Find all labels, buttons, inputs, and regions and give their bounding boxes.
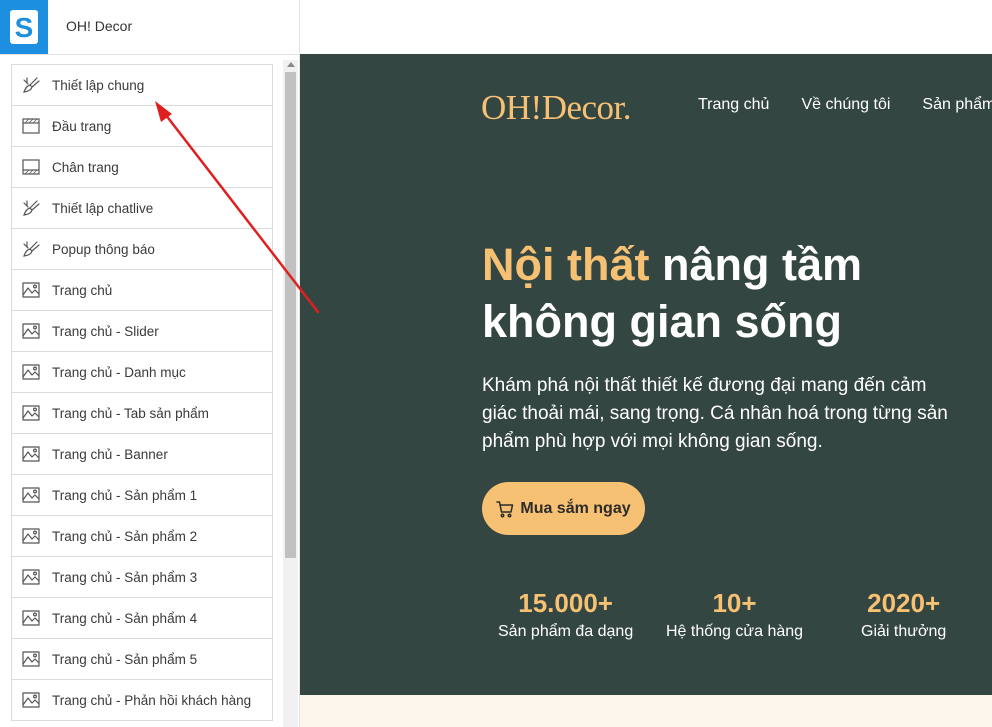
site-nav: Trang chủ Về chúng tôi Sản phẩm <box>698 96 992 114</box>
sidebar-item[interactable]: Popup thông báo <box>11 229 273 270</box>
app-logo-icon: S <box>10 10 38 44</box>
sidebar-item-label: Trang chủ - Danh mục <box>52 364 186 380</box>
sidebar-item[interactable]: Chân trang <box>11 147 273 188</box>
image-icon <box>21 608 41 628</box>
image-icon <box>21 649 41 669</box>
sidebar-item-label: Trang chủ - Sản phẩm 1 <box>52 487 198 503</box>
stat-label: Sản phẩm đa dạng <box>498 623 634 640</box>
sidebar-item-label: Thiết lập chatlive <box>52 200 154 216</box>
sidebar-item[interactable]: Trang chủ - Tab sản phẩm <box>11 393 273 434</box>
sidebar-item-label: Trang chủ - Tab sản phẩm <box>52 405 209 421</box>
hero-title-rest: nâng tầm <box>649 239 863 290</box>
image-icon <box>21 526 41 546</box>
hero-description-line: phẩm phù hợp với mọi không gian sống. <box>482 431 823 452</box>
sidebar-item-label: Trang chủ - Sản phẩm 4 <box>52 610 198 626</box>
brush-icon <box>21 75 41 95</box>
hero-description: Khám phá nội thất thiết kế đương đại man… <box>482 372 992 456</box>
sidebar-item[interactable]: Trang chủ - Danh mục <box>11 352 273 393</box>
sidebar-item[interactable]: Trang chủ <box>11 270 273 311</box>
image-icon <box>21 444 41 464</box>
stat-label: Hệ thống cửa hàng <box>666 623 804 640</box>
hero-title-accent: Nội thất <box>482 239 650 290</box>
sidebar-item-label: Chân trang <box>52 159 119 175</box>
image-icon <box>21 280 41 300</box>
stat-value: 15.000+ <box>518 588 613 618</box>
settings-menu: Thiết lập chung Đầu trang Chân trang Thi… <box>11 64 273 721</box>
stat-value: 10+ <box>712 588 757 618</box>
image-icon <box>21 321 41 341</box>
nav-item-products[interactable]: Sản phẩm <box>922 96 992 114</box>
sidebar-item-label: Trang chủ - Banner <box>52 446 168 462</box>
shop-now-button[interactable]: Mua sắm ngay <box>482 482 645 535</box>
header-layout-icon <box>21 116 41 136</box>
stat-label: Giải thưởng <box>861 623 947 640</box>
site-preview: OH!Decor. Trang chủ Về chúng tôi Sản phẩ… <box>300 54 992 695</box>
image-icon <box>21 567 41 587</box>
image-icon <box>21 485 41 505</box>
hero-title-line2: không gian sống <box>482 296 842 347</box>
site-logo[interactable]: OH!Decor. <box>481 88 632 128</box>
sidebar-item-label: Trang chủ - Sản phẩm 5 <box>52 651 198 667</box>
footer-layout-icon <box>21 157 41 177</box>
sidebar-item-label: Đầu trang <box>52 118 112 134</box>
stat-value: 2020+ <box>867 588 941 618</box>
stat-stores: 10+ Hệ thống cửa hàng <box>666 587 803 641</box>
sidebar-item-label: Trang chủ - Sản phẩm 3 <box>52 569 198 585</box>
sidebar-item[interactable]: Đầu trang <box>11 106 273 147</box>
sidebar-item[interactable]: Trang chủ - Sản phẩm 5 <box>11 639 273 680</box>
nav-item-home[interactable]: Trang chủ <box>698 96 769 114</box>
hero-title: Nội thất nâng tầm không gian sống <box>482 236 862 350</box>
sidebar-item-label: Trang chủ <box>52 282 113 298</box>
sidebar-item-label: Trang chủ - Phản hồi khách hàng <box>52 692 252 708</box>
sidebar-item-label: Trang chủ - Sản phẩm 2 <box>52 528 198 544</box>
top-bar: S OH! Decor <box>0 0 300 55</box>
image-icon <box>21 362 41 382</box>
brush-icon <box>21 198 41 218</box>
app-title: OH! Decor <box>66 18 133 34</box>
sidebar-item[interactable]: Trang chủ - Slider <box>11 311 273 352</box>
sidebar-item[interactable]: Trang chủ - Sản phẩm 4 <box>11 598 273 639</box>
shop-now-label: Mua sắm ngay <box>520 499 631 517</box>
sidebar-item[interactable]: Trang chủ - Phản hồi khách hàng <box>11 680 273 721</box>
sidebar-item[interactable]: Thiết lập chung <box>11 64 273 106</box>
brush-icon <box>21 239 41 259</box>
sidebar-item[interactable]: Trang chủ - Sản phẩm 3 <box>11 557 273 598</box>
sidebar-item[interactable]: Trang chủ - Sản phẩm 2 <box>11 516 273 557</box>
sidebar-item-label: Popup thông báo <box>52 241 155 257</box>
app-logo[interactable]: S <box>0 0 48 54</box>
scroll-up-arrow-icon[interactable] <box>287 62 295 67</box>
image-icon <box>21 403 41 423</box>
sidebar-item[interactable]: Trang chủ - Sản phẩm 1 <box>11 475 273 516</box>
svg-text:S: S <box>15 12 34 43</box>
hero-description-line: giác thoải mái, sang trọng. Cá nhân hoá … <box>482 403 948 424</box>
hero-description-line: Khám phá nội thất thiết kế đương đại man… <box>482 375 927 396</box>
cart-icon <box>496 500 514 517</box>
stat-products: 15.000+ Sản phẩm đa dạng <box>498 587 633 641</box>
sidebar-item-label: Thiết lập chung <box>52 77 145 93</box>
sidebar-item-label: Trang chủ - Slider <box>52 323 159 339</box>
stat-awards: 2020+ Giải thưởng <box>861 587 946 641</box>
scrollbar-thumb[interactable] <box>285 72 296 558</box>
sidebar-item[interactable]: Thiết lập chatlive <box>11 188 273 229</box>
sidebar-item[interactable]: Trang chủ - Banner <box>11 434 273 475</box>
nav-item-about[interactable]: Về chúng tôi <box>801 96 890 114</box>
preview-next-section <box>300 695 992 727</box>
image-icon <box>21 690 41 710</box>
